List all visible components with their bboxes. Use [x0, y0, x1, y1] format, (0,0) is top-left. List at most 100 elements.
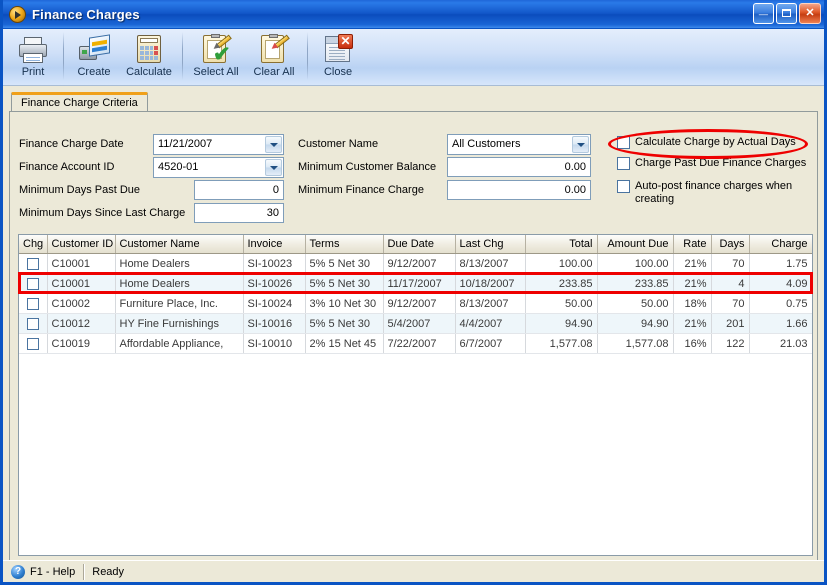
row-chg-cell[interactable]: [19, 273, 48, 294]
charge-past-due-finance-charges-row[interactable]: Charge Past Due Finance Charges: [617, 157, 806, 170]
calculate-charge-by-actual-days-checkbox[interactable]: [617, 136, 630, 149]
finance-account-id-combo[interactable]: 4520-01: [153, 157, 284, 178]
print-button[interactable]: Print: [7, 29, 59, 78]
cell-invoice: SI-10023: [243, 253, 306, 274]
calculator-icon: [133, 33, 165, 65]
cell-due-date: 5/4/2007: [383, 313, 456, 334]
col-header-chg[interactable]: Chg: [19, 235, 48, 254]
cell-amount-due: 94.90: [597, 313, 674, 334]
criteria-form: Finance Charge Date 11/21/2007 Finance A…: [10, 112, 817, 223]
chevron-down-icon[interactable]: [572, 136, 589, 153]
cell-customer-name: Furniture Place, Inc.: [115, 293, 244, 314]
maximize-button[interactable]: [776, 3, 797, 24]
cell-total: 50.00: [525, 293, 598, 314]
minimum-finance-charge-input[interactable]: 0.00: [447, 180, 591, 200]
table-row[interactable]: C10001 Home Dealers SI-10023 5% 5 Net 30…: [19, 253, 812, 274]
row-chg-cell[interactable]: [19, 313, 48, 334]
cell-customer-name: HY Fine Furnishings: [115, 313, 244, 334]
cell-amount-due: 50.00: [597, 293, 674, 314]
cell-rate: 18%: [673, 293, 712, 314]
select-all-checkmark-icon: ✔: [200, 33, 232, 65]
cell-charge: 1.66: [749, 313, 812, 334]
cell-customer-name: Home Dealers: [115, 253, 244, 274]
window-titlebar[interactable]: Finance Charges _ ✕: [3, 0, 824, 29]
toolbar-separator-3: [307, 32, 308, 80]
row-chg-cell[interactable]: [19, 333, 48, 354]
col-header-days[interactable]: Days: [711, 235, 750, 254]
cell-days: 201: [711, 313, 750, 334]
finance-charge-date-combo[interactable]: 11/21/2007: [153, 134, 284, 155]
toolbar-group-actions: Create Calculate: [68, 29, 178, 78]
table-body: C10001 Home Dealers SI-10023 5% 5 Net 30…: [19, 253, 812, 354]
col-header-total[interactable]: Total: [525, 235, 598, 254]
minimum-days-past-due-input[interactable]: 0: [194, 180, 284, 200]
table-header: Chg Customer ID Customer Name Invoice Te…: [19, 235, 812, 254]
minimum-customer-balance-input[interactable]: 0.00: [447, 157, 591, 177]
table-row[interactable]: C10001 Home Dealers SI-10026 5% 5 Net 30…: [19, 273, 812, 294]
close-glyph: ✕: [805, 7, 815, 19]
cell-customer-id: C10001: [47, 273, 116, 294]
cell-due-date: 11/17/2007: [383, 273, 456, 294]
cell-due-date: 7/22/2007: [383, 333, 456, 354]
row-chg-cell[interactable]: [19, 293, 48, 314]
calculate-button[interactable]: Calculate: [120, 29, 178, 78]
charge-past-due-finance-charges-label: Charge Past Due Finance Charges: [635, 157, 807, 169]
table-row[interactable]: C10019 Affordable Appliance, SI-10010 2%…: [19, 333, 812, 354]
chevron-down-icon[interactable]: [265, 136, 282, 153]
close-toolbar-button[interactable]: ✕ Close: [312, 29, 364, 78]
minimum-days-since-last-charge-label: Minimum Days Since Last Charge: [19, 207, 186, 219]
cell-total: 94.90: [525, 313, 598, 334]
minimum-finance-charge-label: Minimum Finance Charge: [298, 184, 424, 196]
row-chg-checkbox[interactable]: [26, 337, 39, 350]
charge-past-due-finance-charges-checkbox[interactable]: [617, 157, 630, 170]
status-bar: ? F1 - Help Ready: [3, 560, 824, 582]
customer-name-value: All Customers: [452, 138, 521, 150]
cell-last-chg: 10/18/2007: [455, 273, 526, 294]
finance-charge-date-label: Finance Charge Date: [19, 138, 124, 150]
minimum-days-since-last-charge-input[interactable]: 30: [194, 203, 284, 223]
status-label: Ready: [92, 565, 125, 578]
row-chg-checkbox[interactable]: [26, 297, 39, 310]
minimize-button[interactable]: _: [753, 1, 774, 24]
col-header-last-chg[interactable]: Last Chg: [455, 235, 526, 254]
col-header-charge[interactable]: Charge: [749, 235, 812, 254]
auto-post-finance-charges-row[interactable]: Auto-post finance charges when creating: [617, 180, 802, 206]
clear-all-button[interactable]: Clear All: [245, 29, 303, 78]
screenshot-root: Finance Charges _ ✕ Print Create Calcula…: [0, 0, 827, 585]
col-header-invoice[interactable]: Invoice: [243, 235, 306, 254]
cell-terms: 5% 5 Net 30: [305, 253, 384, 274]
finance-charge-date-value: 11/21/2007: [158, 138, 213, 150]
print-button-label: Print: [21, 66, 45, 78]
row-chg-cell[interactable]: [19, 253, 48, 274]
finance-charges-table: Chg Customer ID Customer Name Invoice Te…: [19, 235, 812, 354]
cell-customer-id: C10001: [47, 253, 116, 274]
col-header-due-date[interactable]: Due Date: [383, 235, 456, 254]
cell-total: 233.85: [525, 273, 598, 294]
table-row[interactable]: C10002 Furniture Place, Inc. SI-10024 3%…: [19, 293, 812, 314]
tab-finance-charge-criteria[interactable]: Finance Charge Criteria: [11, 92, 148, 111]
close-button[interactable]: ✕: [799, 3, 821, 24]
toolbar-separator-1: [63, 32, 64, 80]
auto-post-finance-charges-checkbox[interactable]: [617, 180, 630, 193]
col-header-rate[interactable]: Rate: [673, 235, 712, 254]
toolbar-group-selection: ✔ Select All Clear All: [187, 29, 303, 78]
select-all-button[interactable]: ✔ Select All: [187, 29, 245, 78]
cell-invoice: SI-10024: [243, 293, 306, 314]
col-header-terms[interactable]: Terms: [305, 235, 384, 254]
cell-customer-name: Home Dealers: [115, 273, 244, 294]
calculate-charge-by-actual-days-row[interactable]: Calculate Charge by Actual Days: [617, 136, 796, 149]
col-header-customer-name[interactable]: Customer Name: [115, 235, 244, 254]
row-chg-checkbox[interactable]: [26, 257, 39, 270]
chevron-down-icon[interactable]: [265, 159, 282, 176]
cell-terms: 5% 5 Net 30: [305, 313, 384, 334]
customer-name-combo[interactable]: All Customers: [447, 134, 591, 155]
col-header-amount-due[interactable]: Amount Due: [597, 235, 674, 254]
col-header-customer-id[interactable]: Customer ID: [47, 235, 116, 254]
finance-charges-grid[interactable]: Chg Customer ID Customer Name Invoice Te…: [18, 234, 813, 556]
table-row[interactable]: C10012 HY Fine Furnishings SI-10016 5% 5…: [19, 313, 812, 334]
create-button[interactable]: Create: [68, 29, 120, 78]
help-status-cell[interactable]: ? F1 - Help: [3, 563, 83, 581]
finance-charge-criteria-panel: Finance Charge Date 11/21/2007 Finance A…: [9, 111, 818, 576]
row-chg-checkbox[interactable]: [26, 317, 39, 330]
row-chg-checkbox[interactable]: [26, 277, 39, 290]
